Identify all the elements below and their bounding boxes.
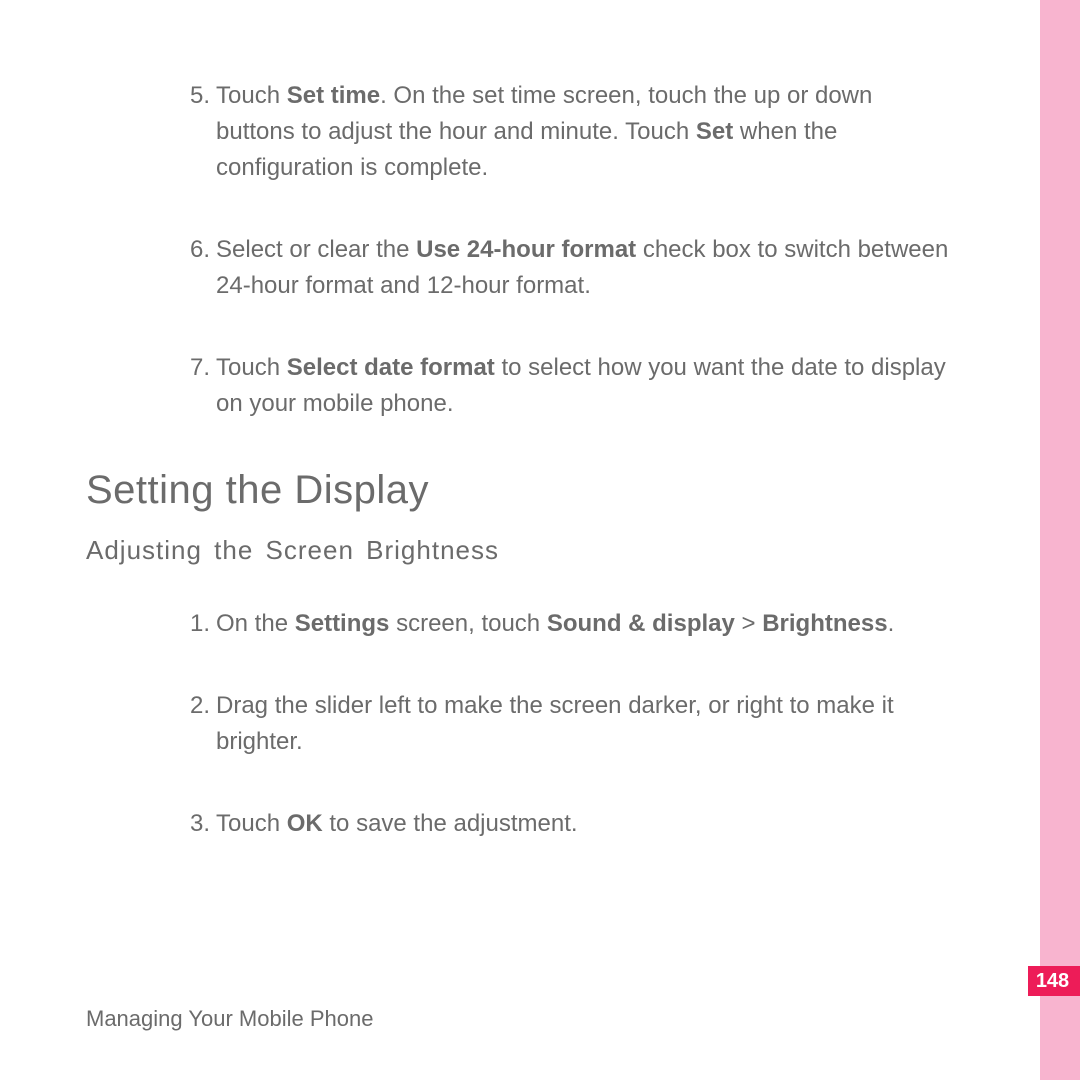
footer-text: Managing Your Mobile Phone xyxy=(86,1006,373,1032)
text-run: Touch xyxy=(216,82,287,109)
list-item: 7.Touch Select date format to select how… xyxy=(86,350,950,422)
page-number: 148 xyxy=(1036,970,1069,993)
text-run: Drag the slider left to make the screen … xyxy=(216,692,894,755)
list-item: 3.Touch OK to save the adjustment. xyxy=(86,806,950,842)
list-item-text: Touch Set time. On the set time screen, … xyxy=(216,78,950,186)
text-run: On the xyxy=(216,610,295,637)
bold-text: Brightness xyxy=(762,610,887,637)
page-content: 5.Touch Set time. On the set time screen… xyxy=(0,0,1040,842)
bold-text: Sound & display xyxy=(547,610,735,637)
list-item-text: Drag the slider left to make the screen … xyxy=(216,688,950,760)
text-run: Select or clear the xyxy=(216,236,416,263)
list-item-number: 7. xyxy=(86,350,216,422)
list-item: 1.On the Settings screen, touch Sound & … xyxy=(86,606,950,642)
text-run: . xyxy=(888,610,895,637)
bold-text: Select date format xyxy=(287,354,495,381)
bold-text: Use 24-hour format xyxy=(416,236,636,263)
text-run: screen, touch xyxy=(389,610,546,637)
list-item-text: Touch OK to save the adjustment. xyxy=(216,806,950,842)
bold-text: Set time xyxy=(287,82,380,109)
text-run: > xyxy=(735,610,762,637)
side-color-bar xyxy=(1040,0,1080,1080)
text-run: Touch xyxy=(216,810,287,837)
bold-text: Settings xyxy=(295,610,390,637)
list-item-text: Select or clear the Use 24-hour format c… xyxy=(216,232,950,304)
subsection-heading: Adjusting the Screen Brightness xyxy=(86,535,950,566)
list-item-number: 1. xyxy=(86,606,216,642)
list-item: 2.Drag the slider left to make the scree… xyxy=(86,688,950,760)
list-item-text: On the Settings screen, touch Sound & di… xyxy=(216,606,950,642)
list-item-number: 3. xyxy=(86,806,216,842)
bold-text: OK xyxy=(287,810,323,837)
bold-text: Set xyxy=(696,118,733,145)
list-item-text: Touch Select date format to select how y… xyxy=(216,350,950,422)
list-item-number: 5. xyxy=(86,78,216,186)
section-heading: Setting the Display xyxy=(86,468,950,513)
list-item-number: 2. xyxy=(86,688,216,760)
list-item-number: 6. xyxy=(86,232,216,304)
list-item: 5.Touch Set time. On the set time screen… xyxy=(86,78,950,186)
text-run: to save the adjustment. xyxy=(323,810,578,837)
page-number-tab: 148 xyxy=(1028,966,1080,996)
text-run: Touch xyxy=(216,354,287,381)
list-item: 6.Select or clear the Use 24-hour format… xyxy=(86,232,950,304)
